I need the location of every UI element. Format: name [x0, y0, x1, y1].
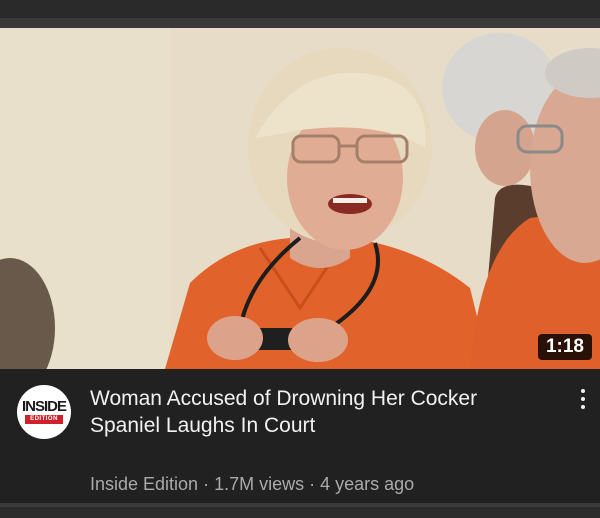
- video-card[interactable]: 1:18 INSIDE EDITION Woman Accused of Dro…: [0, 28, 600, 503]
- channel-logo-text: INSIDE: [21, 398, 67, 415]
- bottom-divider: [0, 503, 600, 507]
- video-thumbnail[interactable]: 1:18: [0, 28, 600, 369]
- separator: ·: [198, 474, 215, 494]
- separator: ·: [304, 474, 321, 494]
- channel-avatar[interactable]: INSIDE EDITION: [17, 385, 71, 439]
- view-count: 1.7M views: [214, 474, 305, 494]
- vertical-ellipsis-icon[interactable]: [574, 385, 592, 413]
- channel-logo-subtext: EDITION: [30, 416, 58, 422]
- video-title[interactable]: Woman Accused of Drowning Her Cocker Spa…: [90, 385, 550, 439]
- duration-badge: 1:18: [537, 334, 592, 360]
- top-divider: [0, 18, 600, 28]
- channel-name[interactable]: Inside Edition: [90, 474, 198, 494]
- video-meta: INSIDE EDITION Woman Accused of Drowning…: [0, 369, 600, 503]
- thumbnail-image: [0, 28, 600, 369]
- upload-age: 4 years ago: [320, 474, 415, 494]
- video-subline: Inside Edition · 1.7M views · 4 years ag…: [90, 473, 550, 495]
- top-edge: [0, 0, 600, 18]
